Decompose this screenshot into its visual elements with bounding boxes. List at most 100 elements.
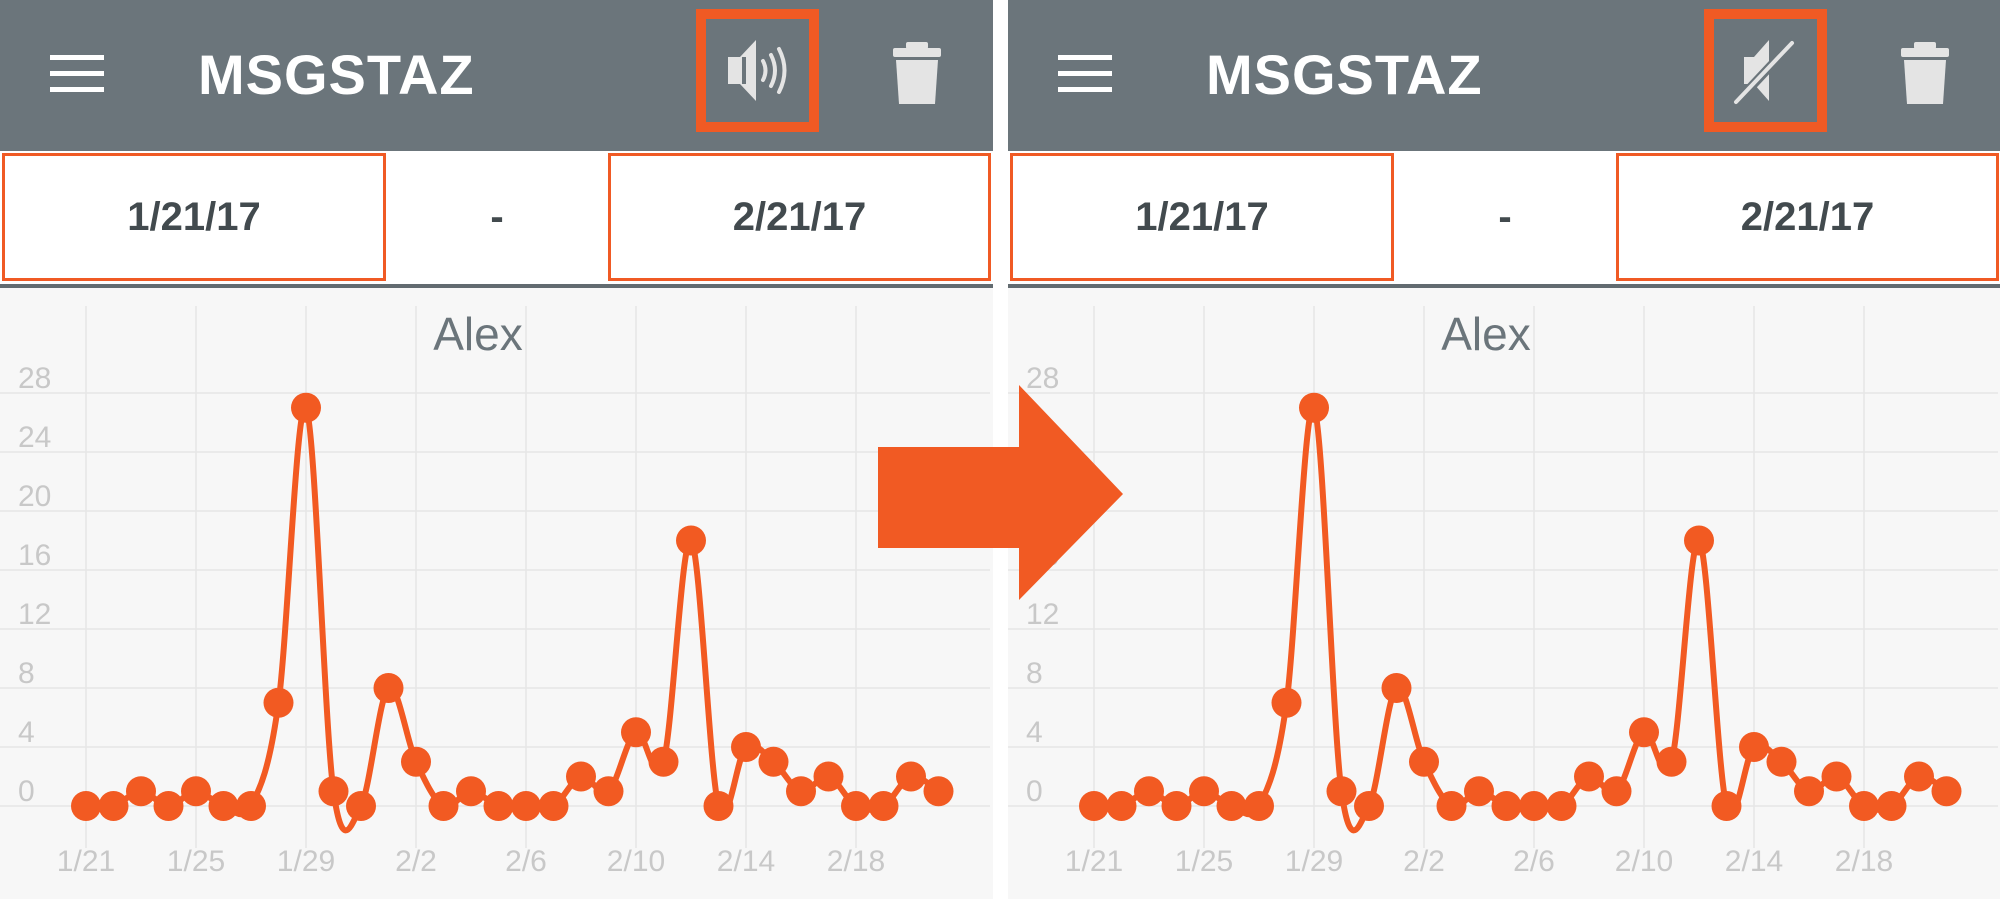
data-point[interactable] <box>1546 791 1577 821</box>
data-point[interactable] <box>98 791 129 821</box>
y-tick-label: 28 <box>18 362 51 395</box>
data-point[interactable] <box>786 776 816 807</box>
data-point[interactable] <box>593 776 624 807</box>
data-point[interactable] <box>731 732 761 762</box>
x-tick-label: 2/18 <box>1835 845 1893 878</box>
hamburger-menu-icon[interactable] <box>50 55 104 93</box>
trash-icon[interactable] <box>1898 40 1952 111</box>
y-tick-label: 4 <box>18 716 35 749</box>
date-range-separator: - <box>490 194 504 239</box>
right-arrow-icon <box>878 385 1123 600</box>
data-point[interactable] <box>208 791 239 821</box>
data-point[interactable] <box>813 761 844 792</box>
data-point[interactable] <box>1684 525 1714 556</box>
sound-toggle-button[interactable] <box>1704 9 1827 132</box>
data-point[interactable] <box>1271 687 1302 718</box>
data-point[interactable] <box>1134 776 1164 807</box>
data-point[interactable] <box>1601 776 1632 807</box>
data-point[interactable] <box>456 776 486 807</box>
data-point[interactable] <box>648 746 679 777</box>
data-point[interactable] <box>511 791 541 821</box>
data-point[interactable] <box>181 776 211 807</box>
data-point[interactable] <box>291 392 321 423</box>
app-title: MSGSTAZ <box>1206 43 1483 106</box>
x-tick-label: 2/2 <box>1403 845 1445 878</box>
end-date-field[interactable]: 2/21/17 <box>608 153 991 281</box>
speaker-muted-icon <box>1730 37 1798 109</box>
data-point[interactable] <box>483 791 514 821</box>
data-point[interactable] <box>1106 791 1137 821</box>
date-range-separator: - <box>1498 194 1512 239</box>
data-point[interactable] <box>1189 776 1219 807</box>
data-point[interactable] <box>1161 791 1192 821</box>
x-tick-label: 2/2 <box>395 845 437 878</box>
data-point[interactable] <box>401 746 431 777</box>
data-point[interactable] <box>703 791 734 821</box>
data-point[interactable] <box>373 673 404 703</box>
data-point[interactable] <box>236 791 266 821</box>
start-date-field[interactable]: 1/21/17 <box>1010 153 1394 281</box>
data-point[interactable] <box>923 776 954 807</box>
data-point[interactable] <box>1519 791 1549 821</box>
data-point[interactable] <box>1656 746 1687 777</box>
data-point[interactable] <box>566 761 596 792</box>
data-point[interactable] <box>676 525 706 556</box>
data-point[interactable] <box>1629 717 1659 748</box>
data-point[interactable] <box>428 791 459 821</box>
x-tick-label: 1/25 <box>167 845 225 878</box>
data-point[interactable] <box>126 776 156 807</box>
data-point[interactable] <box>1849 791 1879 821</box>
data-point[interactable] <box>1904 761 1934 792</box>
start-date-field[interactable]: 1/21/17 <box>2 153 386 281</box>
data-point[interactable] <box>1326 776 1357 807</box>
data-point[interactable] <box>1464 776 1494 807</box>
trash-icon[interactable] <box>890 40 944 111</box>
data-point[interactable] <box>841 791 871 821</box>
screen-after: MSGSTAZ 1/21/17 - 2/21/17 1/21 1/25 1/29 2/… <box>1008 0 2000 899</box>
x-tick-label: 2/18 <box>827 845 885 878</box>
app-bar: MSGSTAZ <box>1008 0 2000 151</box>
data-point[interactable] <box>896 761 926 792</box>
x-tick-label: 2/6 <box>1513 845 1555 878</box>
data-point[interactable] <box>621 717 651 748</box>
data-point[interactable] <box>1436 791 1467 821</box>
data-point[interactable] <box>1574 761 1604 792</box>
data-point[interactable] <box>1739 732 1769 762</box>
y-tick-label: 20 <box>18 480 51 513</box>
data-point[interactable] <box>1711 791 1742 821</box>
end-date-field[interactable]: 2/21/17 <box>1616 153 1999 281</box>
x-tick-label: 2/14 <box>1725 845 1783 878</box>
data-point[interactable] <box>1409 746 1439 777</box>
x-tick-label: 1/21 <box>57 845 115 878</box>
data-point[interactable] <box>1766 746 1797 777</box>
data-point[interactable] <box>318 776 349 807</box>
data-point[interactable] <box>1794 776 1824 807</box>
hamburger-menu-icon[interactable] <box>1058 55 1112 93</box>
message-count-line-chart: 1/211/251/292/22/62/102/142/180481216202… <box>0 306 990 878</box>
data-point[interactable] <box>263 687 294 718</box>
data-point[interactable] <box>1821 761 1852 792</box>
data-point[interactable] <box>346 791 376 821</box>
app-bar: MSGSTAZ <box>0 0 993 151</box>
data-point[interactable] <box>1216 791 1247 821</box>
data-point[interactable] <box>868 791 899 821</box>
sound-toggle-button[interactable] <box>696 9 819 132</box>
y-tick-label: 24 <box>18 421 51 454</box>
data-point[interactable] <box>1931 776 1962 807</box>
data-point[interactable] <box>1491 791 1522 821</box>
data-point[interactable] <box>153 791 184 821</box>
y-tick-label: 12 <box>18 598 51 631</box>
data-point[interactable] <box>1354 791 1384 821</box>
x-tick-label: 2/10 <box>1615 845 1673 878</box>
data-point[interactable] <box>758 746 789 777</box>
data-point[interactable] <box>1079 791 1109 821</box>
data-point[interactable] <box>1299 392 1329 423</box>
message-count-line-chart: 1/211/251/292/22/62/102/142/180481216202… <box>1008 306 1998 878</box>
y-tick-label: 12 <box>1026 598 1059 631</box>
data-point[interactable] <box>1381 673 1412 703</box>
data-point[interactable] <box>538 791 569 821</box>
chart-title: Alex <box>433 308 522 360</box>
data-point[interactable] <box>71 791 101 821</box>
data-point[interactable] <box>1876 791 1907 821</box>
data-point[interactable] <box>1244 791 1274 821</box>
